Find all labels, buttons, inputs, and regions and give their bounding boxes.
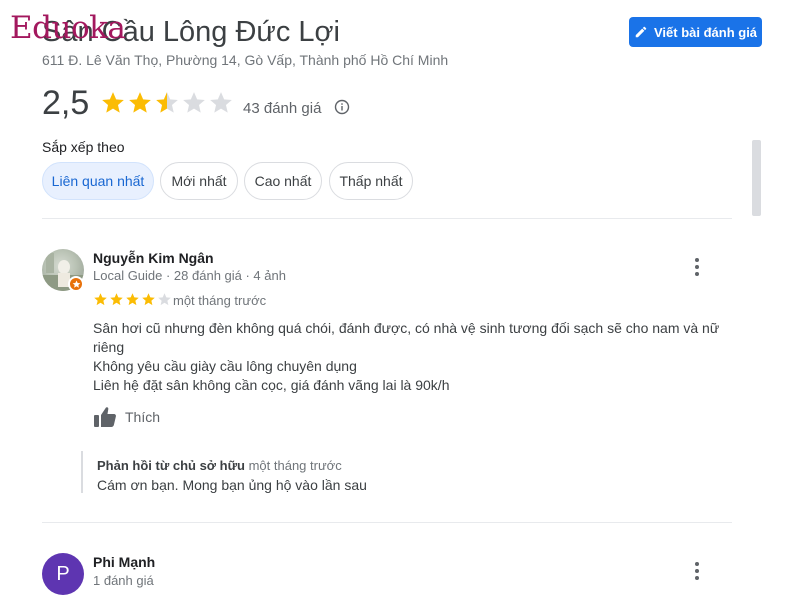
like-button[interactable]: Thích	[93, 406, 160, 428]
like-label: Thích	[125, 409, 161, 425]
sort-chip-lowest[interactable]: Thấp nhất	[329, 162, 413, 200]
review-time: một tháng trước	[173, 293, 267, 308]
star-full-icon	[142, 293, 155, 306]
average-rating: 2,5	[42, 84, 90, 122]
star-half-icon	[156, 92, 178, 113]
average-stars	[100, 90, 234, 116]
info-icon[interactable]	[334, 99, 350, 115]
review-line: Sân hơi cũ nhưng đèn không quá chói, đán…	[93, 320, 720, 336]
star-full-icon	[110, 293, 123, 306]
owner-reply-time: một tháng trước	[248, 458, 342, 473]
sort-label: Sắp xếp theo	[42, 139, 125, 155]
review-line: Không yêu cầu giày cầu lông chuyên dụng	[93, 358, 357, 374]
review-author[interactable]: Nguyễn Kim Ngân	[93, 250, 214, 266]
review-stars	[93, 292, 172, 307]
review-author[interactable]: Phi Mạnh	[93, 554, 155, 570]
more-vert-icon[interactable]	[693, 258, 701, 276]
review-line: Liên hệ đặt sân không cần cọc, giá đánh …	[93, 377, 450, 393]
star-full-icon	[126, 293, 139, 306]
sort-chip-relevant[interactable]: Liên quan nhất	[42, 162, 154, 200]
owner-reply-header: Phản hồi từ chủ sở hữu một tháng trước	[97, 458, 342, 473]
review-line: riêng	[93, 339, 125, 355]
star-empty-icon	[183, 92, 205, 113]
pencil-icon	[634, 25, 648, 39]
reply-indicator	[81, 451, 83, 493]
star-full-icon	[102, 92, 124, 113]
owner-reply-text: Cám ơn bạn. Mong bạn ủng hộ vào lần sau	[97, 477, 367, 493]
star-full-icon	[129, 92, 151, 113]
owner-reply-label: Phản hồi từ chủ sở hữu	[97, 458, 245, 473]
watermark-logo: Eduoka	[10, 10, 126, 46]
write-review-label: Viết bài đánh giá	[653, 24, 758, 40]
more-vert-icon[interactable]	[693, 562, 701, 580]
write-review-button[interactable]: Viết bài đánh giá	[629, 17, 762, 47]
star-empty-icon	[158, 293, 171, 306]
scrollbar-thumb[interactable]	[752, 140, 761, 216]
place-address: 611 Đ. Lê Văn Thọ, Phường 14, Gò Vấp, Th…	[42, 52, 449, 68]
review-count[interactable]: 43 đánh giá	[243, 100, 321, 117]
star-empty-icon	[210, 92, 232, 113]
review-text: Sân hơi cũ nhưng đèn không quá chói, đán…	[93, 319, 723, 395]
star-full-icon	[94, 293, 107, 306]
divider	[42, 218, 732, 219]
sort-chip-highest[interactable]: Cao nhất	[244, 162, 322, 200]
avatar[interactable]: P	[42, 553, 84, 595]
divider	[42, 522, 732, 523]
review-author-meta: 1 đánh giá	[93, 573, 154, 588]
thumbs-up-icon	[93, 406, 117, 428]
review-author-meta: Local Guide · 28 đánh giá · 4 ảnh	[93, 268, 286, 283]
local-guide-badge-icon	[68, 276, 84, 292]
sort-chip-newest[interactable]: Mới nhất	[160, 162, 238, 200]
